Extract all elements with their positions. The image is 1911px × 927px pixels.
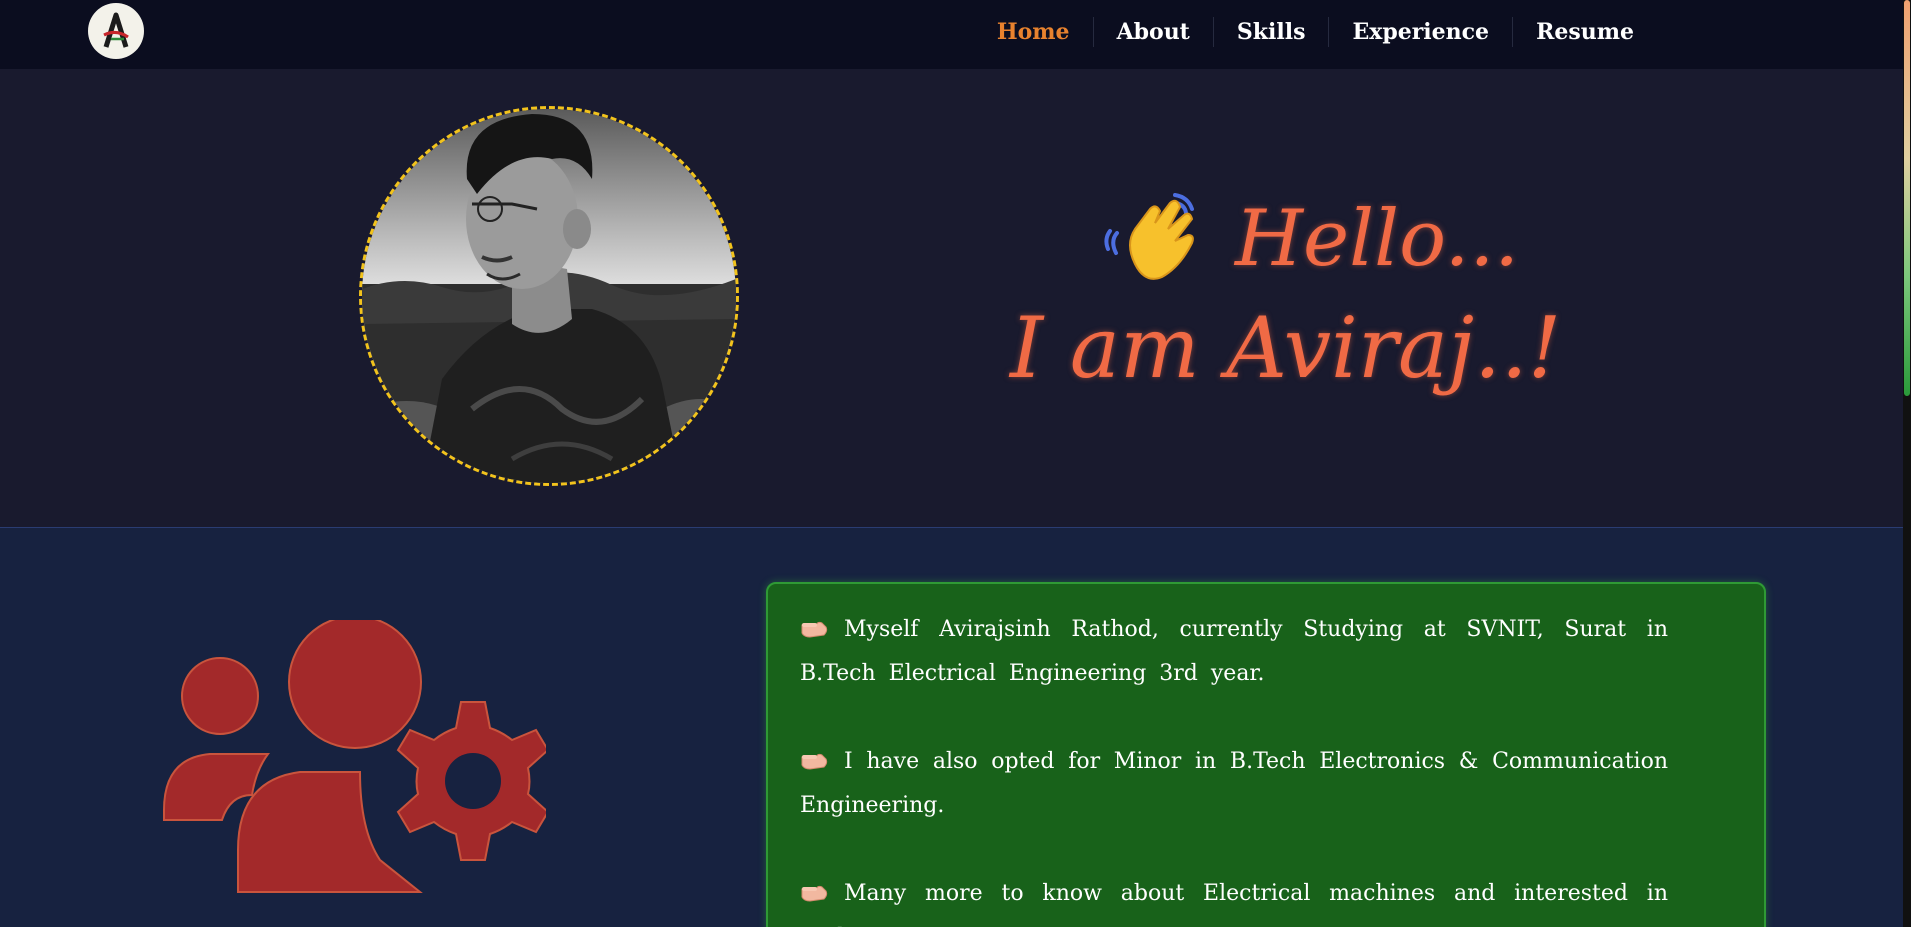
pointing-hand-icon	[801, 621, 828, 638]
nav-about[interactable]: About	[1092, 16, 1213, 47]
portfolio-page: Home About Skills Experience Resume Hell…	[0, 0, 1911, 927]
navbar: Home About Skills Experience Resume	[0, 0, 1903, 69]
profile-photo	[359, 106, 739, 486]
logo[interactable]	[88, 3, 144, 59]
greeting-line-2: I am Aviraj..!	[1010, 299, 1562, 397]
about-card: Myself Avirajsinh Rathod, currently Stud…	[766, 582, 1766, 927]
nav-experience[interactable]: Experience	[1328, 16, 1512, 47]
logo-icon	[103, 12, 129, 48]
waving-hand-icon	[1104, 193, 1194, 280]
pointing-hand-icon	[801, 753, 828, 770]
about-text-1: Myself Avirajsinh Rathod, currently Stud…	[800, 617, 1668, 686]
scrollbar[interactable]	[1903, 0, 1911, 927]
nav-home[interactable]: Home	[974, 17, 1093, 47]
about-paragraph-1: Myself Avirajsinh Rathod, currently Stud…	[800, 608, 1668, 696]
nav-resume[interactable]: Resume	[1512, 16, 1657, 47]
main-nav: Home About Skills Experience Resume	[974, 0, 1657, 63]
greeting-line-1: Hello...	[1100, 189, 1519, 289]
pointing-hand-icon	[801, 885, 828, 902]
about-paragraph-3: Many more to know about Electrical machi…	[800, 872, 1668, 927]
about-section: Myself Avirajsinh Rathod, currently Stud…	[0, 528, 1903, 927]
about-text-2: I have also opted for Minor in B.Tech El…	[800, 749, 1668, 818]
greeting-hello: Hello...	[1235, 194, 1520, 284]
hero-section: Hello... I am Aviraj..!	[0, 69, 1903, 528]
team-gear-icon	[163, 620, 546, 893]
scrollbar-thumb[interactable]	[1904, 0, 1910, 396]
about-text-3: Many more to know about Electrical machi…	[800, 881, 1668, 927]
about-paragraph-2: I have also opted for Minor in B.Tech El…	[800, 740, 1668, 828]
nav-skills[interactable]: Skills	[1212, 16, 1329, 47]
